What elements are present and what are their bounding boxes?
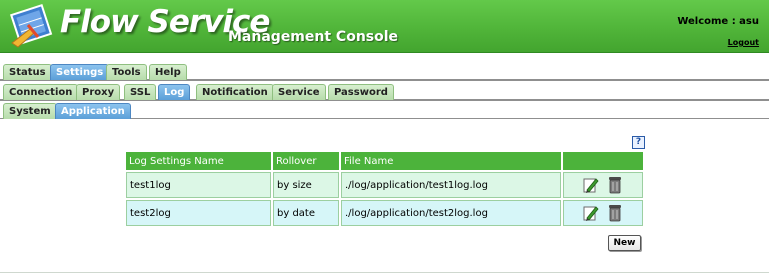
log-tab-bar: System Application [0, 101, 769, 119]
file-name-cell: ./log/application/test2log.log [341, 200, 561, 226]
tab-system[interactable]: System [3, 103, 57, 119]
new-button[interactable]: New [608, 235, 641, 251]
app-header: Flow Service Management Console Welcome … [0, 0, 769, 53]
tab-proxy[interactable]: Proxy [76, 84, 121, 100]
tab-service[interactable]: Service [272, 84, 326, 100]
file-name-cell: ./log/application/test1log.log [341, 172, 561, 198]
tab-log[interactable]: Log [158, 84, 191, 100]
main-tab-bar: Status Settings Tools Help [0, 62, 769, 81]
tab-password[interactable]: Password [328, 84, 394, 100]
welcome-text: Welcome : asu [677, 16, 759, 27]
column-header-actions [563, 152, 643, 170]
help-icon[interactable]: ? [632, 136, 645, 149]
footer-divider [0, 272, 769, 273]
column-header-file: File Name [341, 152, 561, 170]
flow-logo-icon [10, 3, 53, 48]
pencil-icon[interactable] [583, 176, 599, 194]
actions-cell [563, 200, 643, 226]
trash-icon[interactable] [607, 176, 623, 194]
tab-connection[interactable]: Connection [3, 84, 79, 100]
table-header-row: Log Settings Name Rollover File Name [126, 152, 643, 170]
rollover-cell: by date [273, 200, 339, 226]
log-settings-table: Log Settings Name Rollover File Name tes… [124, 150, 645, 228]
tab-application[interactable]: Application [55, 103, 131, 119]
tab-ssl[interactable]: SSL [124, 84, 157, 100]
table-row: test2log by date ./log/application/test2… [126, 200, 643, 226]
log-name-cell: test2log [126, 200, 271, 226]
brand-subtitle: Management Console [228, 29, 399, 45]
tab-notification[interactable]: Notification [196, 84, 274, 100]
logout-link[interactable]: Logout [728, 38, 759, 47]
tab-status[interactable]: Status [3, 64, 52, 80]
settings-tab-bar: Connection Proxy SSL Log Notification Se… [0, 82, 769, 101]
tab-tools[interactable]: Tools [106, 64, 147, 80]
column-header-name: Log Settings Name [126, 152, 271, 170]
pencil-icon[interactable] [583, 204, 599, 222]
column-header-rollover: Rollover [273, 152, 339, 170]
tab-help[interactable]: Help [149, 64, 187, 80]
rollover-cell: by size [273, 172, 339, 198]
trash-icon[interactable] [607, 204, 623, 222]
table-row: test1log by size ./log/application/test1… [126, 172, 643, 198]
actions-cell [563, 172, 643, 198]
tab-settings[interactable]: Settings [50, 64, 110, 80]
log-name-cell: test1log [126, 172, 271, 198]
